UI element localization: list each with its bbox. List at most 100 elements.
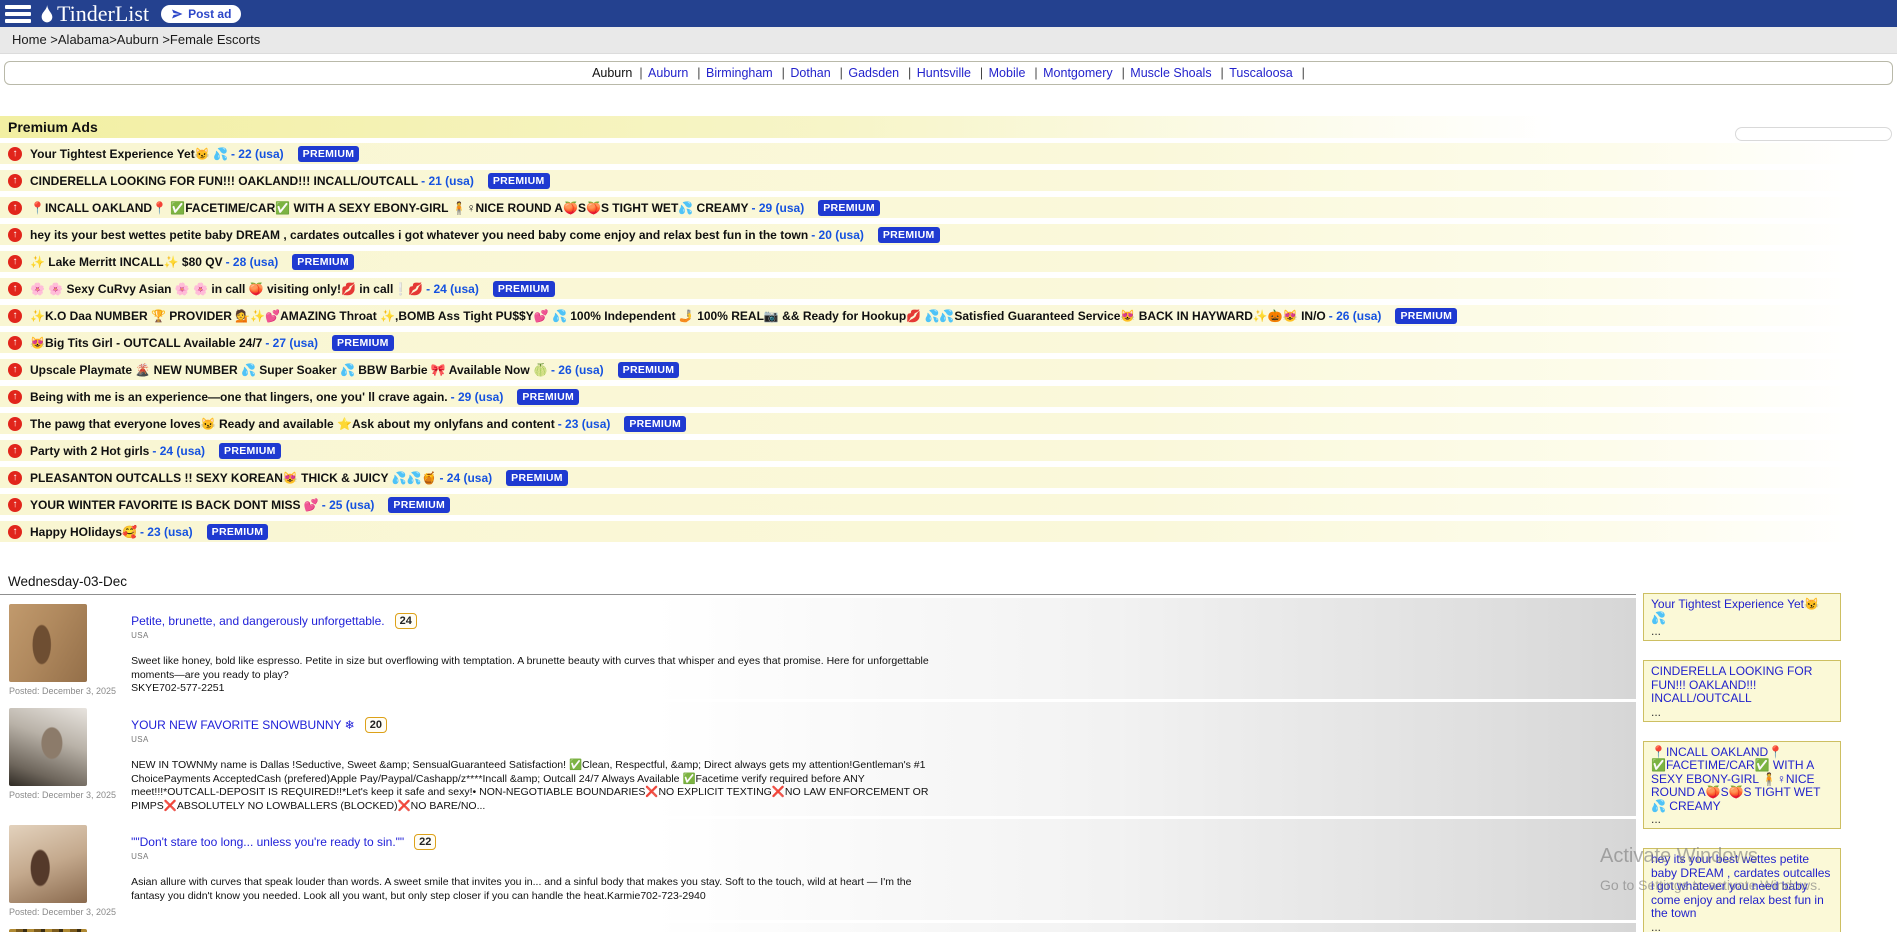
premium-ad-title[interactable]: Party with 2 Hot girls bbox=[30, 444, 149, 458]
premium-badge: PREMIUM bbox=[1395, 308, 1457, 324]
premium-ad-title[interactable]: hey its your best wettes petite baby DRE… bbox=[30, 228, 808, 242]
premium-ad-title[interactable]: Your Tightest Experience Yet😼 💦 bbox=[30, 147, 228, 161]
up-arrow-icon: ↑ bbox=[8, 363, 22, 377]
up-arrow-icon: ↑ bbox=[8, 201, 22, 215]
page: TinderList Post ad Home >Alabama>Auburn … bbox=[0, 0, 1897, 932]
up-arrow-icon: ↑ bbox=[8, 228, 22, 242]
post-ad-label: Post ad bbox=[188, 7, 231, 21]
sidebar-ad-box: CINDERELLA LOOKING FOR FUN!!! OAKLAND!!!… bbox=[1643, 660, 1841, 722]
flame-icon bbox=[39, 4, 55, 24]
posted-date: Posted: December 3, 2025 bbox=[9, 907, 116, 917]
up-arrow-icon: ↑ bbox=[8, 309, 22, 323]
city-link[interactable]: Auburn bbox=[648, 66, 688, 80]
premium-ad-row: ↑ Upscale Playmate 🌋 NEW NUMBER 💦 Super S… bbox=[0, 359, 1897, 380]
sidebar-ad-link[interactable]: Your Tightest Experience Yet😼 💦 bbox=[1651, 598, 1833, 625]
listings-list: Posted: December 3, 2025 Petite, brunette… bbox=[0, 598, 1636, 932]
premium-ad-age: - 26 (usa) bbox=[1329, 309, 1382, 323]
premium-ad-age: - 27 (usa) bbox=[265, 336, 318, 350]
listing-country: USA bbox=[131, 735, 931, 744]
city-separator: | bbox=[775, 66, 789, 80]
premium-ad-age: - 28 (usa) bbox=[226, 255, 279, 269]
premium-ad-title[interactable]: The pawg that everyone loves😼 Ready and … bbox=[30, 417, 555, 431]
city-link[interactable]: Tuscaloosa bbox=[1229, 66, 1292, 80]
sidebar-ad-link[interactable]: 📍INCALL OAKLAND📍 ✅FACETIME/CAR✅ WITH A S… bbox=[1651, 746, 1833, 814]
listing-title-link[interactable]: ""Don't stare too long... unless you're … bbox=[131, 835, 404, 849]
premium-badge: PREMIUM bbox=[488, 173, 550, 189]
premium-badge: PREMIUM bbox=[207, 524, 269, 540]
premium-badge: PREMIUM bbox=[292, 254, 354, 270]
city-link[interactable]: Montgomery bbox=[1043, 66, 1112, 80]
premium-ad-title[interactable]: 😻Big Tits Girl - OUTCALL Available 24/7 bbox=[30, 336, 262, 350]
premium-ad-title[interactable]: 📍INCALL OAKLAND📍 ✅FACETIME/CAR✅ WITH A S… bbox=[30, 201, 749, 215]
premium-ad-row: ↑Happy HOlidays🥰 - 23 (usa)PREMIUM bbox=[0, 521, 1897, 542]
post-ad-button[interactable]: Post ad bbox=[161, 5, 241, 23]
listing-thumbnail[interactable] bbox=[9, 708, 87, 786]
premium-ad-row: ↑ ✨ Lake Merritt INCALL✨ $80 QV - 28 (usa… bbox=[0, 251, 1897, 272]
city-current: Auburn bbox=[592, 66, 632, 80]
premium-ad-title[interactable]: Happy HOlidays🥰 bbox=[30, 525, 137, 539]
premium-ad-title[interactable]: Being with me is an experience—one that … bbox=[30, 390, 448, 404]
hamburger-menu-icon[interactable] bbox=[5, 3, 31, 24]
listing-title-link[interactable]: Petite, brunette, and dangerously unforg… bbox=[131, 614, 385, 628]
premium-badge: PREMIUM bbox=[618, 362, 680, 378]
city-links-bar: Auburn | Auburn | Birmingham | Dothan | … bbox=[4, 61, 1893, 85]
listing-row: A lady for all occasions38USA bbox=[0, 923, 1636, 932]
city-link[interactable]: Gadsden bbox=[848, 66, 899, 80]
city-separator: | bbox=[632, 66, 646, 80]
city-link[interactable]: Mobile bbox=[989, 66, 1026, 80]
premium-ad-row: ↑YOUR WINTER FAVORITE IS BACK DONT MISS … bbox=[0, 494, 1897, 515]
listing-title-link[interactable]: YOUR NEW FAVORITE SNOWBUNNY ❄ bbox=[131, 718, 355, 732]
premium-ad-title[interactable]: CINDERELLA LOOKING FOR FUN!!! OAKLAND!!!… bbox=[30, 174, 418, 188]
premium-badge: PREMIUM bbox=[388, 497, 450, 513]
up-arrow-icon: ↑ bbox=[8, 525, 22, 539]
brand-logo[interactable]: TinderList bbox=[39, 1, 149, 27]
city-link[interactable]: Huntsville bbox=[917, 66, 971, 80]
listing-description: Sweet like honey, bold like espresso. Pe… bbox=[131, 655, 931, 682]
sidebar-ad-more[interactable]: ... bbox=[1651, 813, 1833, 825]
premium-ad-row: ↑ 😻Big Tits Girl - OUTCALL Available 24/7… bbox=[0, 332, 1897, 353]
premium-ad-title[interactable]: PLEASANTON OUTCALLS !! SEXY KOREAN😻 THIC… bbox=[30, 471, 436, 485]
listing-left: Posted: December 3, 2025 bbox=[9, 604, 116, 696]
listing-contact: SKYE702-577-2251 bbox=[131, 682, 931, 696]
city-separator: | bbox=[1295, 66, 1305, 80]
premium-ad-age: - 21 (usa) bbox=[421, 174, 474, 188]
premium-ad-title[interactable]: ✨K.O Daa NUMBER 🏆 PROVIDER 💁✨💕AMAZING Th… bbox=[30, 309, 1326, 323]
sidebar-ad-box: hey its your best wettes petite baby DRE… bbox=[1643, 848, 1841, 932]
up-arrow-icon: ↑ bbox=[8, 336, 22, 350]
listing-thumbnail[interactable] bbox=[9, 604, 87, 682]
city-link[interactable]: Muscle Shoals bbox=[1130, 66, 1211, 80]
sidebar-ad-link[interactable]: hey its your best wettes petite baby DRE… bbox=[1651, 853, 1833, 921]
premium-ad-title[interactable]: YOUR WINTER FAVORITE IS BACK DONT MISS 💕 bbox=[30, 498, 319, 512]
up-arrow-icon: ↑ bbox=[8, 255, 22, 269]
premium-ad-age: - 24 (usa) bbox=[152, 444, 205, 458]
premium-ad-age: - 22 (usa) bbox=[231, 147, 284, 161]
sidebar-ad-link[interactable]: CINDERELLA LOOKING FOR FUN!!! OAKLAND!!!… bbox=[1651, 665, 1833, 706]
paper-plane-icon bbox=[171, 8, 183, 20]
premium-ad-age: - 29 (usa) bbox=[752, 201, 805, 215]
premium-badge: PREMIUM bbox=[219, 443, 281, 459]
sidebar-ad-more[interactable]: ... bbox=[1651, 625, 1833, 637]
premium-ad-row: ↑ PLEASANTON OUTCALLS !! SEXY KOREAN😻 THI… bbox=[0, 467, 1897, 488]
up-arrow-icon: ↑ bbox=[8, 282, 22, 296]
premium-ad-row: ↑ Being with me is an experience—one that… bbox=[0, 386, 1897, 407]
listing-thumbnail[interactable] bbox=[9, 825, 87, 903]
premium-ad-row: ↑Party with 2 Hot girls - 24 (usa)PREMIU… bbox=[0, 440, 1897, 461]
city-separator: | bbox=[1027, 66, 1041, 80]
city-link[interactable]: Dothan bbox=[790, 66, 830, 80]
premium-badge: PREMIUM bbox=[517, 389, 579, 405]
breadcrumb[interactable]: Home >Alabama>Auburn >Female Escorts bbox=[0, 27, 1897, 54]
premium-ad-title[interactable]: 🌸 🌸 Sexy CuRvy Asian 🌸 🌸 in call 🍑 visit… bbox=[30, 282, 423, 296]
premium-ad-row: ↑ hey its your best wettes petite baby DR… bbox=[0, 224, 1897, 245]
brand-name: TinderList bbox=[57, 1, 149, 27]
premium-ad-age: - 26 (usa) bbox=[551, 363, 604, 377]
listing-country: USA bbox=[131, 852, 931, 861]
up-arrow-icon: ↑ bbox=[8, 390, 22, 404]
premium-ad-title[interactable]: ✨ Lake Merritt INCALL✨ $80 QV bbox=[30, 255, 223, 269]
city-link[interactable]: Birmingham bbox=[706, 66, 773, 80]
listing-row: Posted: December 3, 2025 Petite, brunette… bbox=[0, 598, 1636, 699]
up-arrow-icon: ↑ bbox=[8, 471, 22, 485]
sidebar-ad-more[interactable]: ... bbox=[1651, 921, 1833, 932]
premium-ad-title[interactable]: Upscale Playmate 🌋 NEW NUMBER 💦 Super So… bbox=[30, 363, 548, 377]
sidebar-ad-more[interactable]: ... bbox=[1651, 706, 1833, 718]
premium-ad-row: ↑ 📍INCALL OAKLAND📍 ✅FACETIME/CAR✅ WITH A … bbox=[0, 197, 1897, 218]
